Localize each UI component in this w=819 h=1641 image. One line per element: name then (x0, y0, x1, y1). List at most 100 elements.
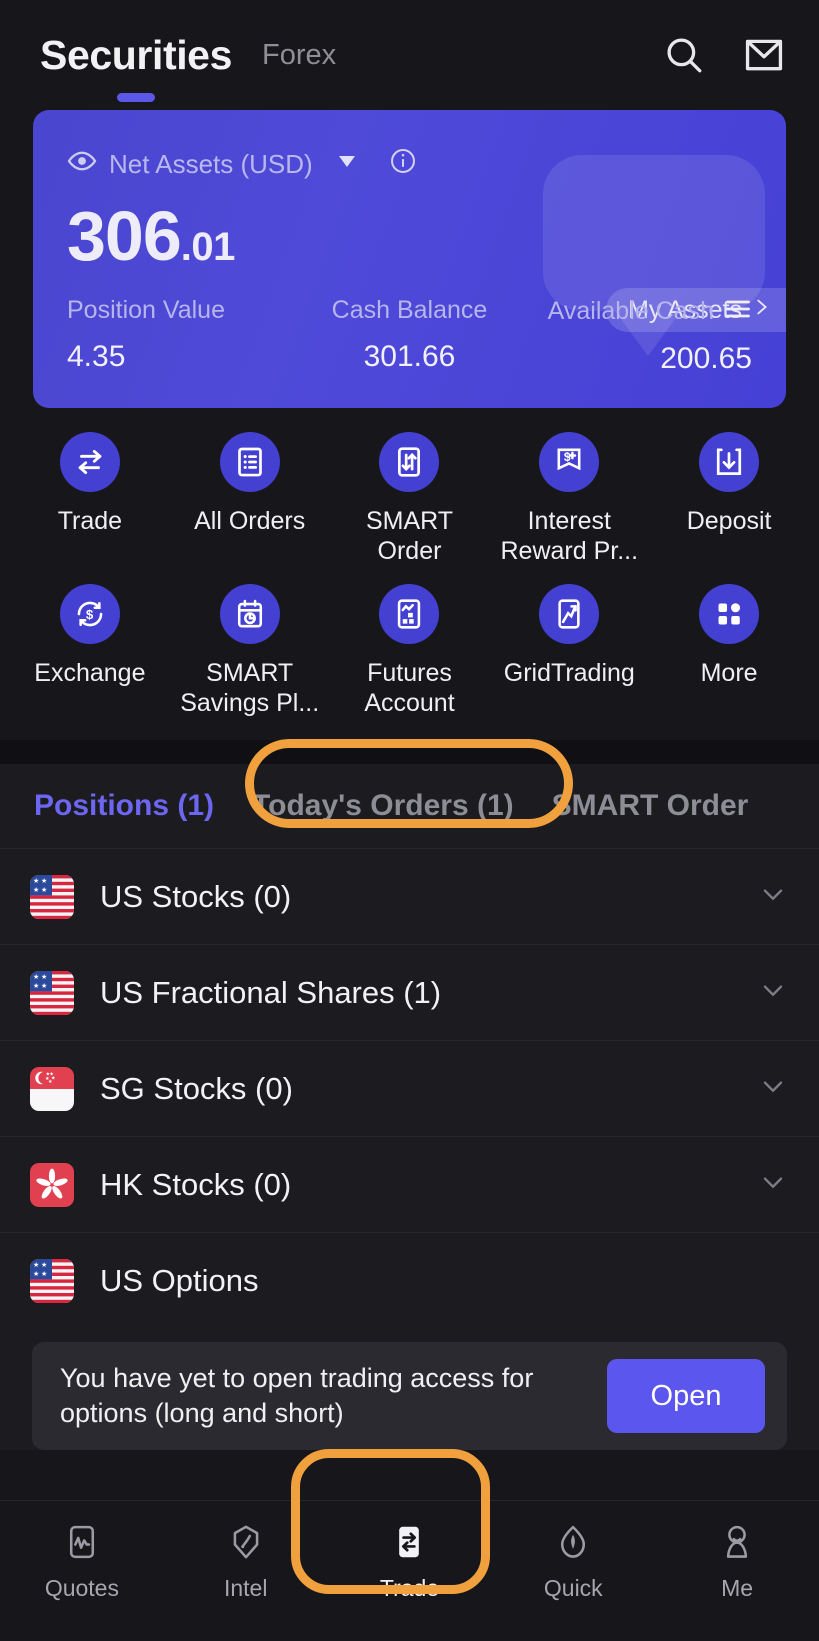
app-header: Securities Forex (0, 0, 819, 110)
svg-text:★: ★ (33, 1270, 39, 1278)
tab-todays-orders[interactable]: Today's Orders (1) (252, 789, 514, 823)
page-title-text: Securities (40, 31, 232, 78)
list-item-label: HK Stocks (0) (100, 1166, 292, 1202)
card-metrics: Position Value 4.35 Cash Balance 301.66 … (33, 298, 786, 374)
chevron-down-icon[interactable] (757, 974, 789, 1011)
page-title[interactable]: Securities (40, 31, 232, 102)
leaf-drop-icon (554, 1523, 592, 1566)
action-label: SMART Savings Pl... (180, 659, 320, 717)
list-item[interactable]: ★ ★ ★ ★ US Stocks (0) (0, 848, 819, 944)
options-access-banner: You have yet to open trading access for … (32, 1342, 787, 1450)
chevron-down-icon[interactable] (757, 1070, 789, 1107)
nav-label: Quick (543, 1575, 603, 1601)
action-all-orders[interactable]: All Orders (170, 432, 330, 566)
action-smart-order[interactable]: SMART Order (330, 432, 490, 566)
net-assets-label: Net Assets (USD) (109, 148, 313, 179)
calendar-clock-icon (219, 584, 280, 644)
action-exchange[interactable]: $ Exchange (10, 584, 170, 718)
list-item-label: US Options (100, 1262, 259, 1298)
svg-text:★: ★ (33, 982, 39, 990)
grid-chart-phone-icon (539, 584, 600, 644)
section-divider (0, 740, 819, 764)
bottom-navigation: Quotes Intel Trade Quick Me (0, 1500, 819, 1641)
action-deposit[interactable]: Deposit (649, 432, 809, 566)
net-assets-label-row[interactable]: Net Assets (USD) (67, 146, 786, 181)
action-interest-reward[interactable]: $ Interest Reward Pr... (489, 432, 649, 566)
svg-text:$: $ (86, 607, 94, 622)
action-label: Deposit (686, 507, 772, 535)
action-label: Interest Reward Pr... (500, 507, 639, 565)
swap-arrows-icon (59, 432, 120, 492)
info-circle-icon[interactable] (389, 147, 417, 180)
pulse-chart-icon (63, 1523, 101, 1566)
svg-text:★: ★ (33, 886, 39, 894)
svg-text:★: ★ (41, 877, 47, 885)
header-tab-forex[interactable]: Forex (262, 40, 336, 70)
svg-text:★: ★ (41, 982, 47, 990)
list-item-label: US Fractional Shares (1) (100, 974, 442, 1010)
svg-text:★: ★ (33, 973, 39, 981)
positions-list: ★ ★ ★ ★ US Stocks (0) ★ ★ ★ ★ US Fractio… (0, 848, 819, 1450)
hexagon-compass-icon (227, 1523, 265, 1566)
dollar-refresh-icon: $ (59, 584, 120, 644)
nav-label: Quotes (44, 1575, 119, 1601)
nav-label: Intel (223, 1575, 268, 1601)
svg-text:★: ★ (41, 1270, 47, 1278)
active-tab-indicator (117, 92, 155, 102)
svg-text:★: ★ (41, 886, 47, 894)
metric-label: Cash Balance (331, 296, 488, 324)
svg-text:★: ★ (41, 1261, 47, 1269)
nav-label: Me (721, 1575, 754, 1601)
list-item[interactable]: HK Stocks (0) (0, 1136, 819, 1232)
list-item-label: SG Stocks (0) (100, 1070, 293, 1106)
metric-available-cash: Available Cash 200.65 (524, 298, 752, 374)
hk-flag-icon (30, 1162, 74, 1207)
quick-action-grid: Trade All Orders SMART Order $ Interest … (0, 408, 819, 718)
eye-icon[interactable] (67, 146, 97, 181)
metric-label: Available Cash (547, 297, 714, 325)
action-label: More (700, 659, 758, 687)
action-more[interactable]: More (649, 584, 809, 718)
search-icon[interactable] (663, 34, 705, 76)
person-icon (718, 1523, 756, 1566)
download-box-icon (699, 432, 760, 492)
amount-decimal: .01 (180, 225, 236, 269)
us-flag-icon: ★ ★ ★ ★ (30, 1258, 74, 1303)
list-item[interactable]: ★ ★ ★ ★ US Fractional Shares (1) (0, 944, 819, 1040)
tab-smart-order[interactable]: SMART Order (552, 789, 749, 823)
chevron-down-icon[interactable] (757, 878, 789, 915)
action-label: All Orders (194, 507, 306, 535)
list-document-icon (219, 432, 280, 492)
net-assets-card[interactable]: Net Assets (USD) 306 .01 My Assets Posit… (33, 110, 786, 408)
open-options-button[interactable]: Open (607, 1359, 765, 1433)
action-label: GridTrading (503, 659, 635, 687)
tab-positions[interactable]: Positions (1) (34, 789, 214, 823)
hamburger-icon[interactable] (724, 298, 752, 325)
list-item[interactable]: ★ ★ ★ ★ US Options (0, 1232, 819, 1328)
svg-text:★: ★ (51, 1075, 56, 1081)
svg-text:★: ★ (41, 973, 47, 981)
updown-arrows-phone-icon (379, 432, 440, 492)
nav-item-trade[interactable]: Trade (328, 1523, 492, 1600)
action-label: Trade (57, 507, 123, 535)
chevron-down-icon[interactable] (757, 1166, 789, 1203)
action-label: Futures Account (364, 659, 455, 717)
nav-item-quick[interactable]: Quick (491, 1523, 655, 1600)
caret-down-icon[interactable] (335, 149, 359, 178)
action-smart-savings-plan[interactable]: SMART Savings Pl... (170, 584, 330, 718)
nav-item-me[interactable]: Me (655, 1523, 819, 1600)
svg-text:$: $ (564, 450, 571, 464)
nav-label: Trade (379, 1575, 440, 1601)
nav-item-intel[interactable]: Intel (164, 1523, 328, 1600)
action-grid-trading[interactable]: GridTrading (489, 584, 649, 718)
list-item[interactable]: ★ ★ ★ ★ ★ SG Stocks (0) (0, 1040, 819, 1136)
action-futures-account[interactable]: Futures Account (330, 584, 490, 718)
metric-value: 301.66 (363, 340, 456, 373)
mail-icon[interactable] (743, 34, 785, 76)
asset-card-container: Net Assets (USD) 306 .01 My Assets Posit… (0, 110, 819, 408)
nav-item-quotes[interactable]: Quotes (0, 1523, 164, 1600)
action-trade[interactable]: Trade (10, 432, 170, 566)
svg-text:★: ★ (33, 877, 39, 885)
list-item-label: US Stocks (0) (100, 878, 292, 914)
svg-text:★: ★ (33, 1261, 39, 1269)
